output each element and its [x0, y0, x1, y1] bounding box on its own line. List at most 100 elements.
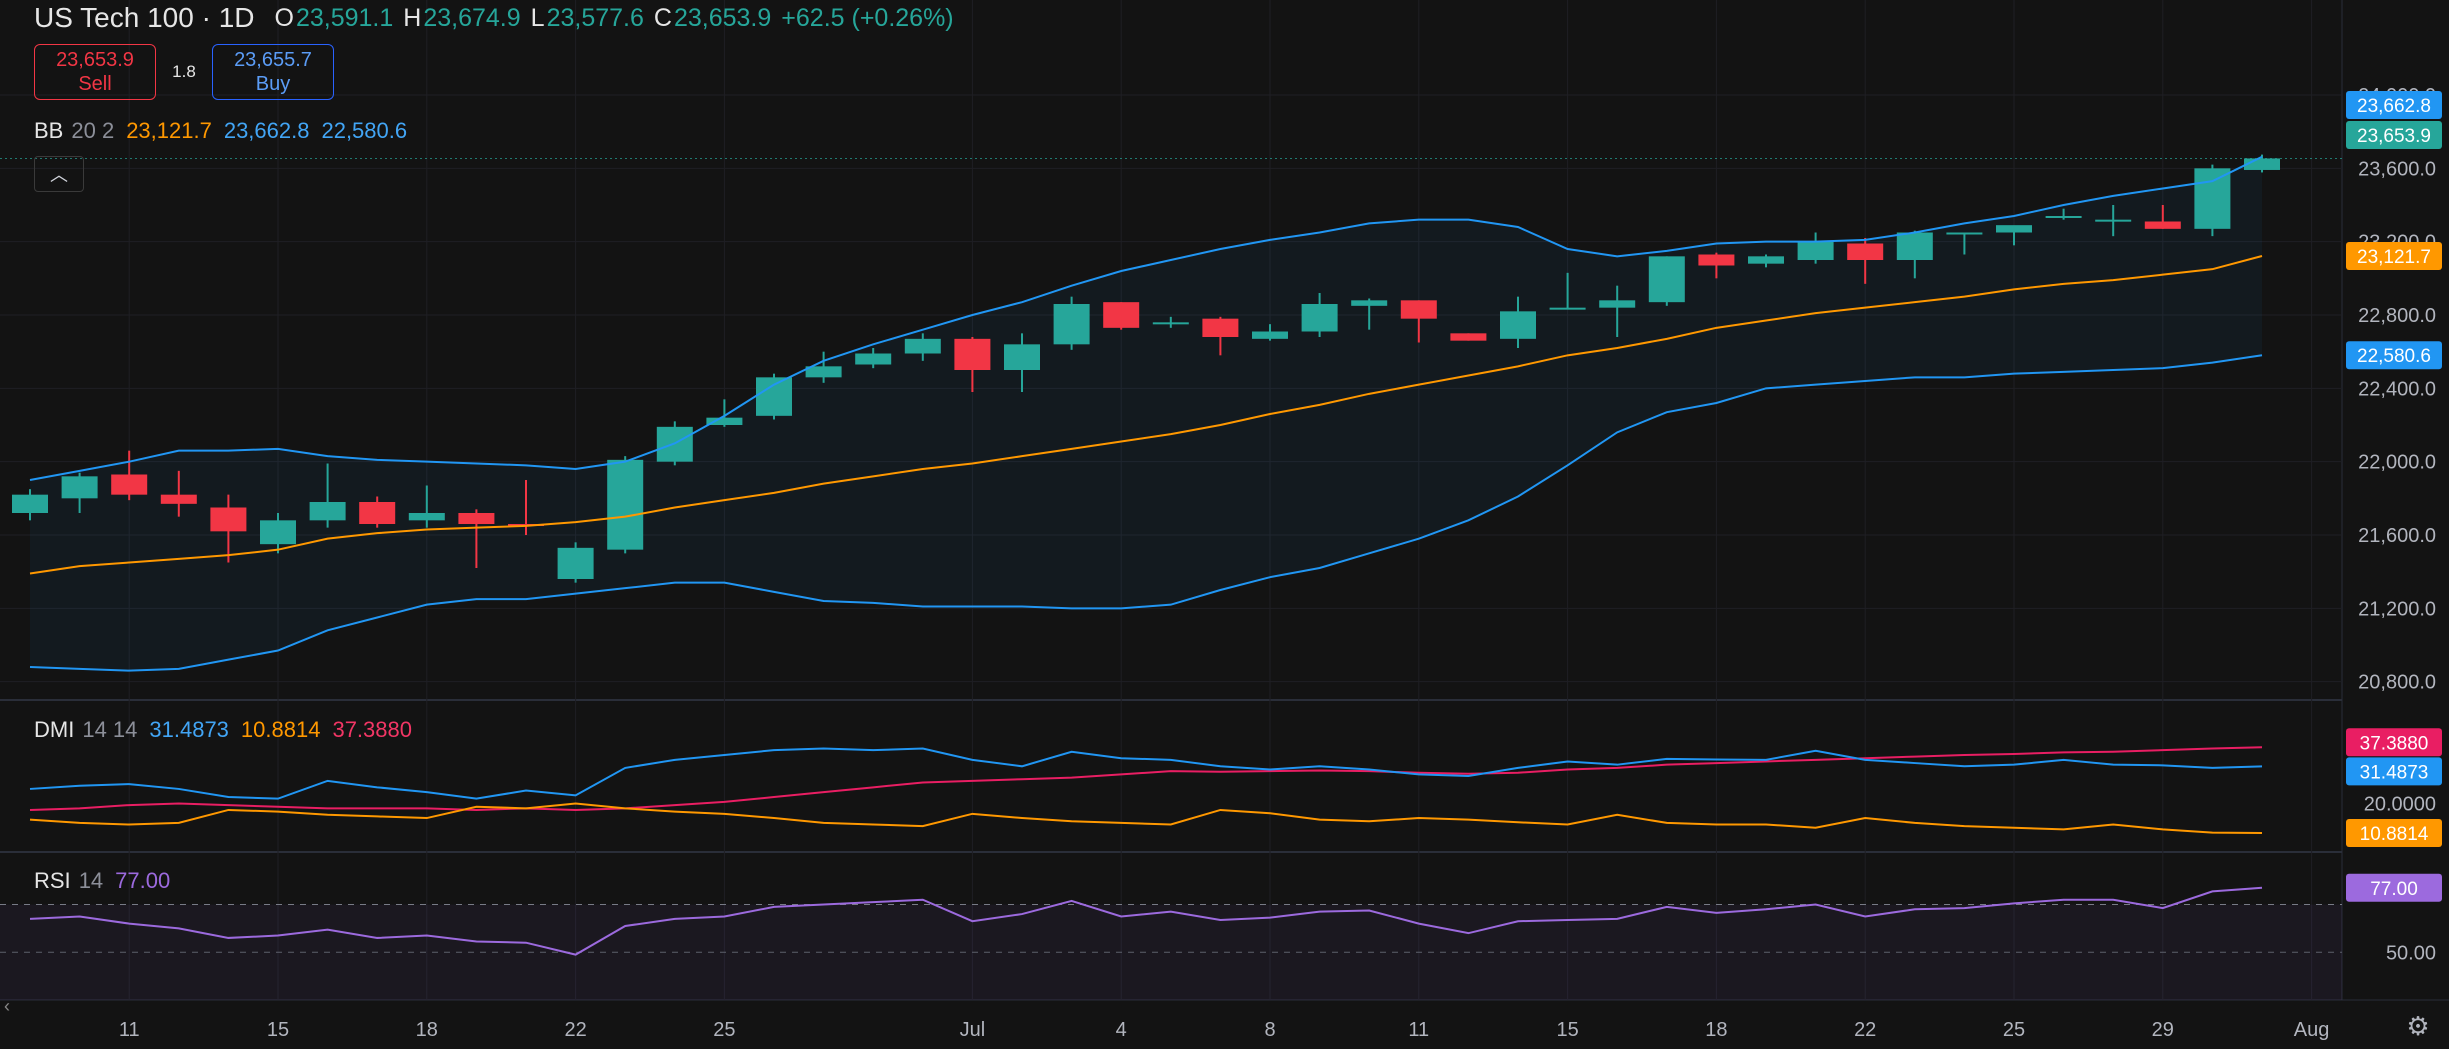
- bb-legend[interactable]: BB 20 2 23,121.7 23,662.8 22,580.6: [34, 118, 407, 144]
- x-tick-label: 22: [564, 1019, 586, 1041]
- x-tick-label: Aug: [2294, 1019, 2330, 1041]
- candle-body: [1202, 318, 1239, 337]
- candle-body: [1797, 241, 1834, 260]
- low-label: L: [530, 3, 545, 32]
- spread-value: 1.8: [172, 62, 196, 81]
- open-label: O: [274, 3, 294, 32]
- dmi-adx-value: 37.3880: [332, 717, 412, 742]
- candle-body: [1698, 254, 1735, 266]
- candle-body: [1748, 256, 1784, 264]
- open-value: 23,591.1: [295, 3, 394, 32]
- dmi-minus-value: 10.8814: [240, 717, 321, 742]
- collapse-legend-button[interactable]: ︿: [34, 156, 84, 192]
- candle-body: [1450, 333, 1487, 341]
- x-tick-label: 8: [1264, 1019, 1275, 1041]
- candle-body: [160, 494, 197, 504]
- x-tick-label: 15: [267, 1019, 289, 1041]
- candle-body: [408, 513, 445, 521]
- candle-body: [359, 502, 396, 524]
- candle-body: [2194, 168, 2231, 229]
- high-value: 23,674.9: [423, 3, 521, 32]
- candle-body: [1896, 232, 1933, 260]
- candle-body: [855, 353, 892, 365]
- high-label: H: [403, 3, 422, 32]
- buy-price: 23,655.7: [234, 49, 312, 71]
- chevron-left-icon[interactable]: ‹: [4, 996, 10, 1017]
- candle-body: [756, 377, 792, 416]
- dmi-name: DMI: [34, 717, 75, 742]
- buy-label: Buy: [255, 73, 291, 95]
- x-tick-label: 15: [1556, 1019, 1578, 1041]
- candle-body: [954, 338, 991, 370]
- x-tick-label: 25: [2003, 1019, 2025, 1041]
- candle-body: [111, 474, 148, 495]
- candle-body: [1946, 232, 1983, 235]
- tag-adx: 37.3880: [2360, 733, 2429, 754]
- trade-panel: 23,653.9 Sell 1.8 23,655.7 Buy: [34, 44, 334, 100]
- y-tick-label: 22,400.0: [2358, 378, 2436, 400]
- bb-params: 20 2: [71, 118, 115, 143]
- dmi-plus-value: 31.4873: [149, 717, 229, 742]
- rsi-legend[interactable]: RSI 14 77.00: [34, 868, 170, 894]
- candle-body: [607, 459, 644, 550]
- candle-body: [210, 507, 247, 532]
- candle-body: [260, 520, 296, 545]
- dmi-legend[interactable]: DMI 14 14 31.4873 10.8814 37.3880: [34, 717, 412, 743]
- y-tick-label: 21,200.0: [2358, 598, 2436, 620]
- x-tick-label: 11: [1408, 1019, 1429, 1041]
- y-tick-label: 22,000.0: [2358, 452, 2436, 474]
- candle-body: [1004, 344, 1040, 370]
- bb-upper-value: 23,662.8: [223, 118, 310, 143]
- candle-body: [1847, 243, 1884, 260]
- low-value: 23,577.6: [546, 3, 644, 32]
- candle-body: [1351, 300, 1388, 306]
- rsi-params: 14: [78, 868, 104, 893]
- x-tick-label: Jul: [960, 1019, 986, 1041]
- tag-close: 23,653.9: [2357, 126, 2431, 147]
- candle-body: [12, 494, 48, 513]
- y-tick-label: 22,800.0: [2358, 305, 2436, 327]
- tag-dmi-minus: 10.8814: [2360, 824, 2429, 845]
- sell-button[interactable]: 23,653.9 Sell: [34, 44, 156, 100]
- candle-body: [2244, 158, 2280, 170]
- gear-icon[interactable]: ⚙: [2403, 1011, 2433, 1041]
- tag-dmi-plus: 31.4873: [2360, 762, 2429, 783]
- candle-body: [458, 513, 495, 524]
- candle-body: [1053, 304, 1090, 345]
- sell-label: Sell: [78, 73, 112, 95]
- dmi-params: 14 14: [82, 717, 138, 742]
- close-value: 23,653.9: [673, 3, 772, 32]
- bb-lower-value: 22,580.6: [321, 118, 408, 143]
- tag-bb-basis: 23,121.7: [2357, 247, 2431, 268]
- candle-body: [557, 547, 594, 579]
- chart-canvas[interactable]: 24,000.023,600.023,200.022,800.022,400.0…: [0, 0, 2449, 1049]
- symbol-title[interactable]: US Tech 100 · 1D: [34, 2, 255, 34]
- x-tick-label: 18: [1705, 1019, 1727, 1041]
- candle-body: [1252, 331, 1288, 339]
- candle-body: [1152, 322, 1189, 325]
- x-tick-label: 4: [1116, 1019, 1127, 1041]
- candle-body: [1500, 311, 1536, 339]
- candle-body: [1996, 225, 2032, 233]
- candle-body: [2095, 219, 2132, 222]
- candle-body: [1549, 307, 1586, 310]
- tag-bb-upper: 23,662.8: [2357, 96, 2431, 117]
- sell-price: 23,653.9: [56, 49, 134, 71]
- bb-name: BB: [34, 118, 64, 143]
- change-value: +62.5 (+0.26%): [781, 3, 954, 32]
- candle-body: [1599, 300, 1636, 308]
- symbol-header: US Tech 100 · 1D O 23,591.1 H 23,674.9 L 23…: [34, 0, 964, 36]
- candle-body: [2144, 221, 2181, 229]
- close-label: C: [653, 3, 672, 32]
- candle-body: [1301, 304, 1338, 332]
- bb-basis-value: 23,121.7: [126, 118, 212, 143]
- x-tick-label: 25: [713, 1019, 735, 1041]
- buy-button[interactable]: 23,655.7 Buy: [212, 44, 334, 100]
- candle-body: [1400, 300, 1437, 319]
- candle-body: [2045, 216, 2082, 218]
- candle-body: [1648, 256, 1685, 303]
- tag-bb-lower: 22,580.6: [2357, 346, 2431, 367]
- rsi-value: 77.00: [115, 868, 171, 893]
- x-tick-label: 22: [1854, 1019, 1876, 1041]
- x-tick-label: 18: [416, 1019, 438, 1041]
